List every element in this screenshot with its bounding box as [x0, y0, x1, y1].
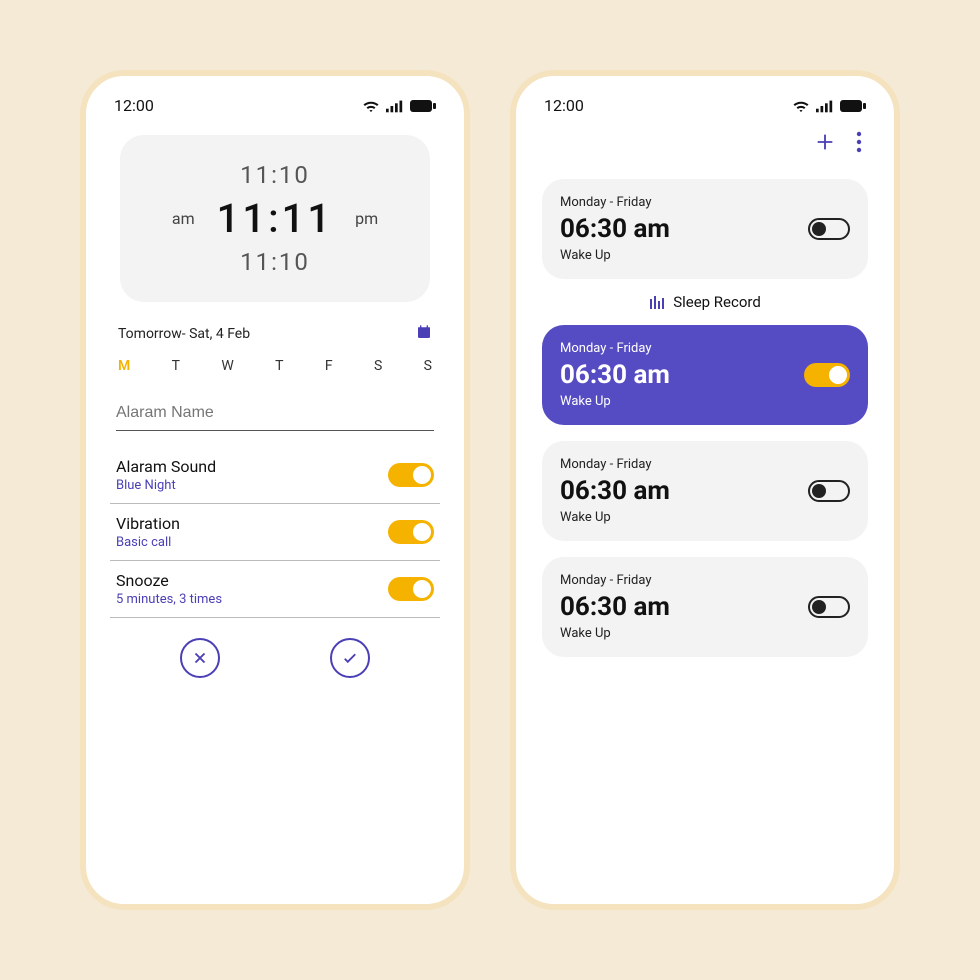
calendar-icon[interactable] — [416, 324, 432, 344]
alarm-label: Wake Up — [560, 248, 670, 263]
weekday-t[interactable]: T — [172, 358, 180, 374]
check-icon — [341, 649, 359, 667]
wifi-icon — [792, 99, 810, 113]
phone-edit-alarm: 12:00 11:10 am 11:11 pm 11:10 Tomorrow- … — [80, 70, 470, 910]
signal-icon — [386, 99, 404, 113]
alarm-card[interactable]: Monday - Friday 06:30 am Wake Up — [542, 441, 868, 541]
pm-label[interactable]: pm — [355, 209, 378, 228]
setting-sound-label: Alaram Sound — [116, 457, 216, 476]
status-time: 12:00 — [544, 96, 584, 115]
setting-snooze-sub: 5 minutes, 3 times — [116, 592, 222, 607]
setting-snooze[interactable]: Snooze 5 minutes, 3 times — [110, 561, 440, 618]
weekday-t2[interactable]: T — [275, 358, 283, 374]
weekday-selector: M T W T F S S — [110, 344, 440, 392]
setting-snooze-label: Snooze — [116, 571, 222, 590]
sleep-record-link[interactable]: Sleep Record — [540, 293, 870, 311]
more-menu-button[interactable] — [856, 131, 862, 157]
close-icon — [191, 649, 209, 667]
alarm-toggle[interactable] — [808, 596, 850, 618]
bars-icon — [649, 295, 665, 309]
status-time: 12:00 — [114, 96, 154, 115]
alarm-time: 06:30 am — [560, 360, 670, 390]
phone-alarm-list: 12:00 Monday - Friday 06:30 am Wake Up S… — [510, 70, 900, 910]
vibration-toggle[interactable] — [388, 520, 434, 544]
time-picker-above: 11:10 — [130, 161, 420, 189]
time-picker-main: 11:11 — [217, 195, 333, 242]
time-picker-main-row: am 11:11 pm — [130, 195, 420, 242]
alarm-days: Monday - Friday — [560, 457, 670, 472]
weekday-w[interactable]: W — [221, 358, 233, 374]
plus-icon — [814, 131, 836, 153]
setting-sound[interactable]: Alaram Sound Blue Night — [110, 447, 440, 504]
alarm-time: 06:30 am — [560, 476, 670, 506]
alarm-label: Wake Up — [560, 626, 670, 641]
date-row: Tomorrow- Sat, 4 Feb — [110, 324, 440, 344]
alarm-time: 06:30 am — [560, 592, 670, 622]
alarm-card[interactable]: Monday - Friday 06:30 am Wake Up — [542, 179, 868, 279]
status-bar: 12:00 — [110, 94, 440, 125]
alarm-days: Monday - Friday — [560, 341, 670, 356]
time-picker[interactable]: 11:10 am 11:11 pm 11:10 — [120, 135, 430, 302]
confirm-button[interactable] — [330, 638, 370, 678]
weekday-f[interactable]: F — [325, 358, 333, 374]
setting-sound-sub: Blue Night — [116, 478, 216, 493]
am-label[interactable]: am — [172, 209, 195, 228]
alarm-label: Wake Up — [560, 510, 670, 525]
battery-icon — [410, 99, 436, 113]
alarm-days: Monday - Friday — [560, 195, 670, 210]
snooze-toggle[interactable] — [388, 577, 434, 601]
weekday-s2[interactable]: S — [424, 358, 432, 374]
alarm-card-active[interactable]: Monday - Friday 06:30 am Wake Up — [542, 325, 868, 425]
alarm-toggle[interactable] — [808, 218, 850, 240]
more-vertical-icon — [856, 131, 862, 153]
status-icons — [792, 99, 866, 113]
sound-toggle[interactable] — [388, 463, 434, 487]
setting-vibration-sub: Basic call — [116, 535, 180, 550]
setting-vibration[interactable]: Vibration Basic call — [110, 504, 440, 561]
alarm-toggle[interactable] — [808, 480, 850, 502]
status-bar: 12:00 — [540, 94, 870, 125]
alarm-days: Monday - Friday — [560, 573, 670, 588]
wifi-icon — [362, 99, 380, 113]
add-alarm-button[interactable] — [814, 131, 836, 157]
setting-vibration-label: Vibration — [116, 514, 180, 533]
sleep-record-label: Sleep Record — [673, 293, 761, 311]
weekday-m[interactable]: M — [118, 358, 130, 374]
cancel-button[interactable] — [180, 638, 220, 678]
date-text: Tomorrow- Sat, 4 Feb — [118, 326, 250, 342]
alarm-card[interactable]: Monday - Friday 06:30 am Wake Up — [542, 557, 868, 657]
time-picker-below: 11:10 — [130, 248, 420, 276]
action-row — [110, 638, 440, 678]
battery-icon — [840, 99, 866, 113]
weekday-s[interactable]: S — [374, 358, 382, 374]
alarm-label: Wake Up — [560, 394, 670, 409]
alarm-toggle[interactable] — [804, 363, 850, 387]
alarm-time: 06:30 am — [560, 214, 670, 244]
status-icons — [362, 99, 436, 113]
alarm-name-input[interactable] — [116, 396, 434, 431]
signal-icon — [816, 99, 834, 113]
list-top-actions — [540, 125, 870, 171]
